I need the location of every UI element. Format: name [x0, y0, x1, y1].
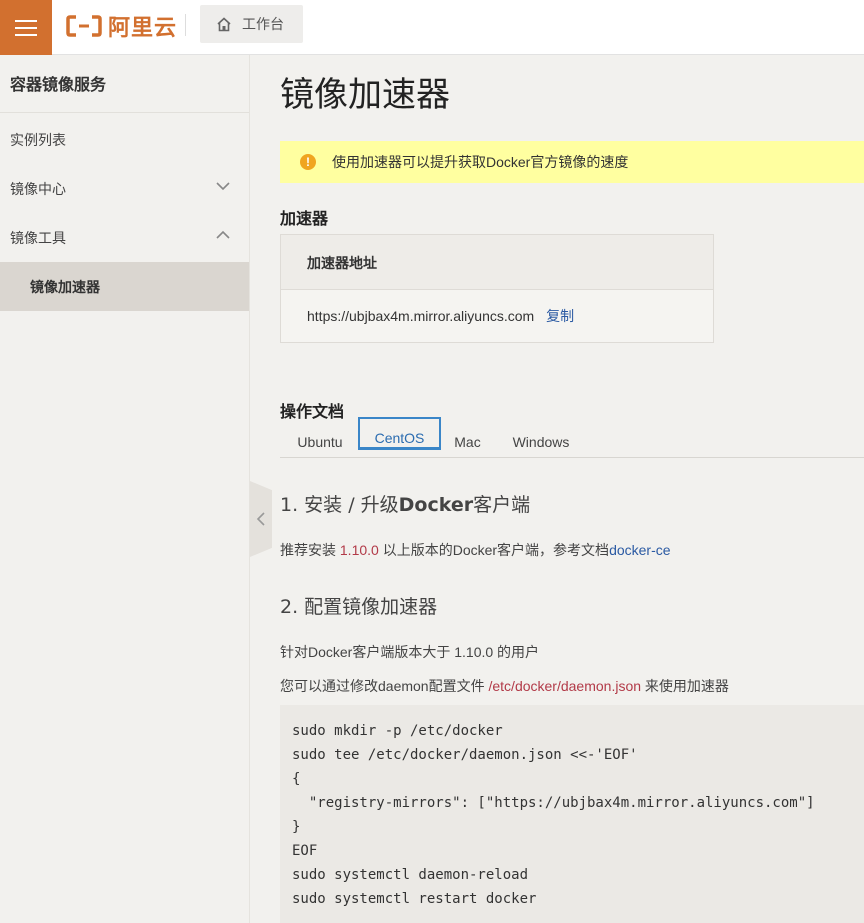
sidebar-item-image-accelerator[interactable]: 镜像加速器 [0, 262, 249, 311]
aliyun-logo-icon [66, 15, 102, 37]
warning-icon: ! [300, 154, 316, 170]
code-line: } [292, 819, 301, 835]
code-line: "registry-mirrors": ["https://ubjbax4m.m… [292, 795, 815, 811]
home-icon [217, 16, 231, 31]
accelerator-table: 加速器地址 https://ubjbax4m.mirror.aliyuncs.c… [280, 234, 714, 343]
sidebar-item-label: 镜像工具 [10, 229, 66, 246]
workbench-label: 工作台 [242, 16, 284, 32]
sidebar: 容器镜像服务 实例列表 镜像中心 镜像工具 镜像加速器 [0, 55, 250, 923]
page-title: 镜像加速器 [280, 75, 450, 115]
chevron-left-icon [256, 512, 265, 526]
top-bar: 阿里云 工作台 [0, 0, 864, 55]
aliyun-logo[interactable]: 阿里云 [66, 12, 178, 41]
code-line: sudo systemctl restart docker [292, 891, 537, 907]
daemon-json-path: /etc/docker/daemon.json [488, 678, 642, 694]
sidebar-title: 容器镜像服务 [0, 55, 249, 113]
copy-link[interactable]: 复制 [546, 308, 574, 324]
code-line: sudo systemctl daemon-reload [292, 867, 529, 883]
step2-title: 2. 配置镜像加速器 [280, 596, 438, 618]
chevron-down-icon [216, 182, 230, 191]
workbench-button[interactable]: 工作台 [200, 5, 303, 43]
sidebar-collapse-handle[interactable] [250, 481, 272, 557]
menu-icon[interactable] [0, 0, 52, 55]
tab-ubuntu[interactable]: Ubuntu [280, 427, 360, 458]
code-line: sudo tee /etc/docker/daemon.json <<-'EOF… [292, 747, 638, 763]
code-line: EOF [292, 843, 318, 859]
code-line: { [292, 771, 301, 787]
sidebar-item-image-tools[interactable]: 镜像工具 [0, 213, 249, 262]
notice-text: 使用加速器可以提升获取Docker官方镜像的速度 [332, 154, 629, 170]
version-text: 1.10.0 [339, 542, 379, 558]
sidebar-item-label: 实例列表 [10, 131, 66, 148]
sidebar-item-label: 镜像加速器 [30, 278, 100, 295]
os-tabs: Ubuntu CentOS Mac Windows [280, 417, 864, 458]
table-header: 加速器地址 [281, 235, 713, 290]
logo-text: 阿里云 [108, 16, 178, 41]
table-row: https://ubjbax4m.mirror.aliyuncs.com 复制 [281, 290, 713, 343]
sidebar-item-instances[interactable]: 实例列表 [0, 115, 249, 164]
step2-line2: 您可以通过修改daemon配置文件 /etc/docker/daemon.jso… [280, 678, 729, 694]
tab-centos[interactable]: CentOS [358, 417, 441, 450]
accelerator-heading: 加速器 [280, 211, 329, 228]
docker-ce-link[interactable]: docker-ce [609, 542, 670, 558]
step2-line1: 针对Docker客户端版本大于 1.10.0 的用户 [280, 644, 540, 660]
accelerator-address: https://ubjbax4m.mirror.aliyuncs.com [307, 308, 535, 324]
step1-text: 推荐安装 1.10.0 以上版本的Docker客户端，参考文档docker-ce [280, 542, 671, 558]
sidebar-item-image-center[interactable]: 镜像中心 [0, 164, 249, 213]
sidebar-item-label: 镜像中心 [10, 180, 66, 197]
docs-heading: 操作文档 [280, 404, 345, 421]
tab-mac[interactable]: Mac [445, 427, 490, 458]
notice-banner: ! 使用加速器可以提升获取Docker官方镜像的速度 [280, 141, 864, 183]
step1-title: 1. 安装 / 升级Docker客户端 [280, 494, 531, 516]
code-block[interactable]: sudo mkdir -p /etc/docker sudo tee /etc/… [280, 705, 864, 923]
code-line: sudo mkdir -p /etc/docker [292, 723, 503, 739]
divider [185, 14, 186, 36]
tab-windows[interactable]: Windows [502, 427, 580, 458]
chevron-up-icon [216, 230, 230, 239]
